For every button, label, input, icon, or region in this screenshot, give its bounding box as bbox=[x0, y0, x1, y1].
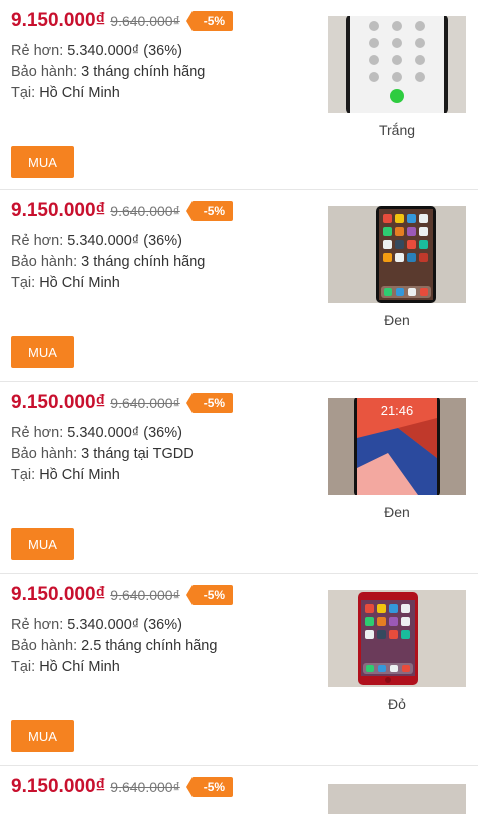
discount-badge: -5% bbox=[185, 11, 234, 31]
savings-label: Rẻ hơn: bbox=[11, 617, 68, 633]
warranty-label: Bảo hành: bbox=[11, 446, 82, 462]
location-line: Tại: Hồ Chí Minh bbox=[11, 657, 217, 678]
old-price: 9.640.000₫ bbox=[110, 13, 180, 29]
listing-item: 9.150.000₫ 9.640.000₫ -5% Rẻ hơn: 5.340.… bbox=[0, 382, 478, 574]
price-row: 9.150.000₫ 9.640.000₫ -5% bbox=[11, 10, 234, 32]
discount-badge: -5% bbox=[185, 201, 234, 221]
old-price: 9.640.000₫ bbox=[110, 779, 180, 795]
savings-value: 5.340.000₫ (36%) bbox=[67, 617, 182, 633]
price: 9.150.000₫ bbox=[11, 776, 106, 797]
price: 9.150.000₫ bbox=[11, 392, 106, 413]
location-label: Tại: bbox=[11, 467, 40, 483]
color-label: Đen bbox=[384, 504, 410, 520]
savings-value: 5.340.000₫ (36%) bbox=[67, 425, 182, 441]
savings-label: Rẻ hơn: bbox=[11, 425, 68, 441]
homescreen-phone-photo bbox=[328, 206, 466, 303]
warranty-value: 3 tháng chính hãng bbox=[81, 254, 206, 270]
price-row: 9.150.000₫ 9.640.000₫ -5% bbox=[11, 584, 234, 606]
savings-line: Rẻ hơn: 5.340.000₫ (36%) bbox=[11, 41, 205, 62]
price-row: 9.150.000₫ 9.640.000₫ -5% bbox=[11, 200, 234, 222]
warranty-line: Bảo hành: 3 tháng chính hãng bbox=[11, 62, 205, 83]
old-price: 9.640.000₫ bbox=[110, 395, 180, 411]
location-value: Hồ Chí Minh bbox=[39, 467, 120, 483]
lockscreen-clock: 21:46 bbox=[381, 403, 414, 418]
savings-value: 5.340.000₫ (36%) bbox=[67, 233, 182, 249]
listing-item: 9.150.000₫ 9.640.000₫ -5% Rẻ hơn: 5.340.… bbox=[0, 0, 478, 190]
old-price: 9.640.000₫ bbox=[110, 203, 180, 219]
red-phone-photo bbox=[328, 590, 466, 687]
savings-value: 5.340.000₫ (36%) bbox=[67, 43, 182, 59]
location-line: Tại: Hồ Chí Minh bbox=[11, 465, 194, 486]
location-label: Tại: bbox=[11, 85, 40, 101]
warranty-line: Bảo hành: 2.5 tháng chính hãng bbox=[11, 636, 217, 657]
price: 9.150.000₫ bbox=[11, 200, 106, 221]
price-row: 9.150.000₫ 9.640.000₫ -5% bbox=[11, 392, 234, 414]
savings-label: Rẻ hơn: bbox=[11, 233, 68, 249]
listing-info: Rẻ hơn: 5.340.000₫ (36%) Bảo hành: 3 thá… bbox=[11, 41, 205, 104]
keypad-phone-photo bbox=[328, 16, 466, 113]
buy-button[interactable]: MUA bbox=[11, 528, 74, 560]
product-image[interactable] bbox=[328, 784, 466, 814]
warranty-label: Bảo hành: bbox=[11, 254, 82, 270]
warranty-label: Bảo hành: bbox=[11, 64, 82, 80]
discount-badge: -5% bbox=[185, 585, 234, 605]
location-value: Hồ Chí Minh bbox=[39, 659, 120, 675]
listing-info: Rẻ hơn: 5.340.000₫ (36%) Bảo hành: 2.5 t… bbox=[11, 615, 217, 678]
listing-info: Rẻ hơn: 5.340.000₫ (36%) Bảo hành: 3 thá… bbox=[11, 423, 194, 486]
product-image[interactable]: 21:46 bbox=[328, 398, 466, 495]
warranty-value: 3 tháng tại TGDD bbox=[81, 446, 194, 462]
savings-line: Rẻ hơn: 5.340.000₫ (36%) bbox=[11, 231, 205, 252]
discount-badge: -5% bbox=[185, 393, 234, 413]
price-row: 9.150.000₫ 9.640.000₫ -5% bbox=[11, 776, 234, 798]
buy-button[interactable]: MUA bbox=[11, 146, 74, 178]
location-line: Tại: Hồ Chí Minh bbox=[11, 273, 205, 294]
location-line: Tại: Hồ Chí Minh bbox=[11, 83, 205, 104]
buy-button[interactable]: MUA bbox=[11, 336, 74, 368]
old-price: 9.640.000₫ bbox=[110, 587, 180, 603]
product-image[interactable] bbox=[328, 590, 466, 687]
warranty-label: Bảo hành: bbox=[11, 638, 82, 654]
location-label: Tại: bbox=[11, 659, 40, 675]
listing-item: 9.150.000₫ 9.640.000₫ -5% bbox=[0, 766, 478, 814]
warranty-line: Bảo hành: 3 tháng tại TGDD bbox=[11, 444, 194, 465]
buy-button[interactable]: MUA bbox=[11, 720, 74, 752]
lockscreen-phone-photo: 21:46 bbox=[328, 398, 466, 495]
product-image[interactable] bbox=[328, 206, 466, 303]
listing-item: 9.150.000₫ 9.640.000₫ -5% Rẻ hơn: 5.340.… bbox=[0, 574, 478, 766]
warranty-value: 3 tháng chính hãng bbox=[81, 64, 206, 80]
color-label: Đen bbox=[384, 312, 410, 328]
warranty-value: 2.5 tháng chính hãng bbox=[81, 638, 218, 654]
savings-line: Rẻ hơn: 5.340.000₫ (36%) bbox=[11, 615, 217, 636]
listing-item: 9.150.000₫ 9.640.000₫ -5% Rẻ hơn: 5.340.… bbox=[0, 190, 478, 382]
savings-line: Rẻ hơn: 5.340.000₫ (36%) bbox=[11, 423, 194, 444]
savings-label: Rẻ hơn: bbox=[11, 43, 68, 59]
color-label: Trắng bbox=[378, 122, 416, 138]
listing-list: 9.150.000₫ 9.640.000₫ -5% Rẻ hơn: 5.340.… bbox=[0, 0, 478, 814]
listing-info: Rẻ hơn: 5.340.000₫ (36%) Bảo hành: 3 thá… bbox=[11, 231, 205, 294]
location-value: Hồ Chí Minh bbox=[39, 85, 120, 101]
location-label: Tại: bbox=[11, 275, 40, 291]
price: 9.150.000₫ bbox=[11, 10, 106, 31]
price: 9.150.000₫ bbox=[11, 584, 106, 605]
product-image[interactable] bbox=[328, 16, 466, 113]
location-value: Hồ Chí Minh bbox=[39, 275, 120, 291]
color-label: Đỏ bbox=[388, 696, 406, 712]
discount-badge: -5% bbox=[185, 777, 234, 797]
warranty-line: Bảo hành: 3 tháng chính hãng bbox=[11, 252, 205, 273]
